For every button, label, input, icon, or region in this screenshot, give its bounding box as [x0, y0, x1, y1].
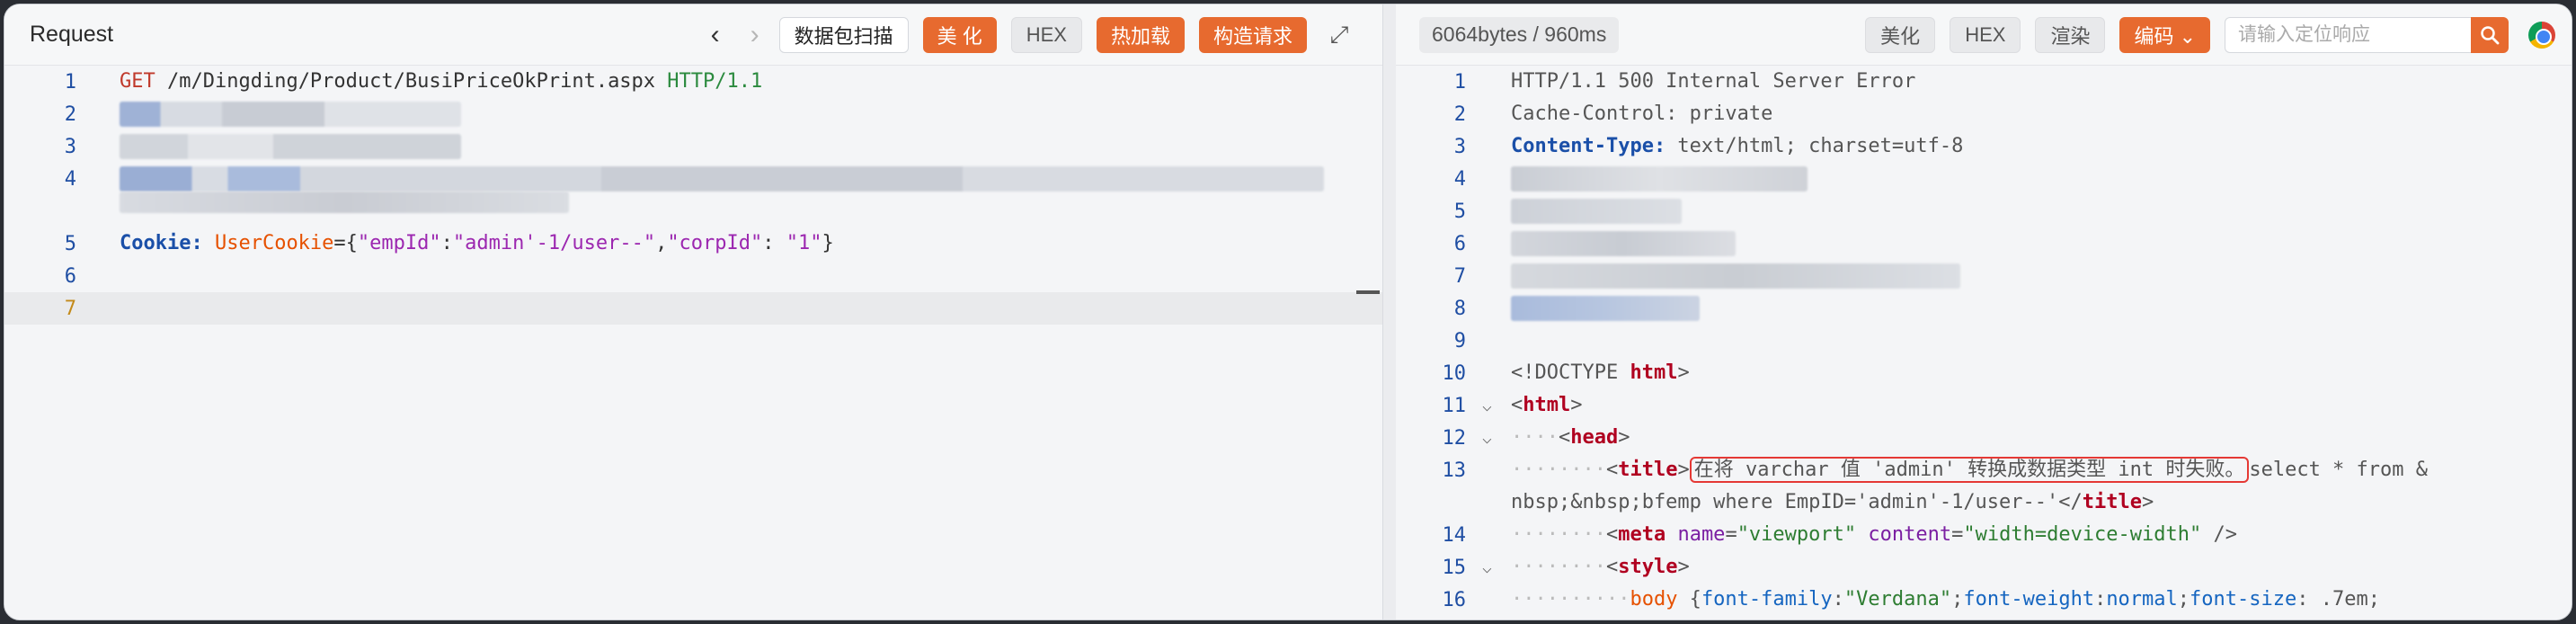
beautify-button[interactable]: 美 化: [922, 16, 997, 53]
code-line: 4: [1396, 163, 2572, 195]
line-number: 2: [64, 103, 76, 126]
redacted-block: [120, 102, 461, 127]
line-number: 2: [1453, 103, 1466, 126]
line-number: 13: [1442, 459, 1467, 482]
code-line-wrap: [4, 192, 1382, 215]
redacted-block: [1511, 263, 1960, 289]
redacted-block: [120, 134, 461, 159]
request-editor[interactable]: 1 GET /m/Dingding/Product/BusiPriceOkPri…: [4, 66, 1382, 620]
scrollbar-thumb[interactable]: [1356, 290, 1380, 294]
construct-request-button[interactable]: 构造请求: [1198, 16, 1307, 53]
response-size-time: 6064bytes / 960ms: [1419, 16, 1620, 53]
line-number: 11: [1442, 394, 1467, 417]
beautify-button[interactable]: 美化: [1865, 16, 1936, 53]
status-line: HTTP/1.1 500 Internal Server Error: [1511, 70, 1916, 93]
redacted-block: [1511, 231, 1736, 256]
pane-splitter[interactable]: [1383, 4, 1396, 620]
line-number: 9: [1453, 329, 1466, 352]
back-icon[interactable]: ‹: [700, 17, 731, 53]
chrome-icon[interactable]: [2528, 21, 2555, 49]
cookie-key: UserCookie: [214, 232, 334, 254]
line-number: 7: [1453, 264, 1466, 288]
code-line: 10 <!DOCTYPE html>: [1396, 357, 2572, 389]
code-line: 2: [4, 98, 1382, 130]
request-toolbar: Request ‹ › 数据包扫描 美 化 HEX 热加载 构造请求 ⤢: [4, 4, 1382, 66]
code-line: 6: [4, 260, 1382, 292]
line-number: 4: [64, 167, 76, 191]
code-line: 12 ⌵ ····<head>: [1396, 422, 2572, 454]
line-number: 5: [1453, 200, 1466, 223]
request-path: /m/Dingding/Product/BusiPriceOkPrint.asp…: [155, 70, 668, 93]
response-editor[interactable]: 1 HTTP/1.1 500 Internal Server Error 2 C…: [1396, 66, 2572, 620]
encoding-dropdown[interactable]: 编码 ⌄: [2119, 16, 2210, 53]
hex-button[interactable]: HEX: [1950, 16, 2021, 53]
code-line-title: 13 ········<title> 在将 varchar 值 'admin' 转…: [1396, 454, 2572, 486]
search-icon: [2481, 25, 2500, 44]
code-line: 5: [1396, 195, 2572, 227]
header-name: Cookie:: [120, 232, 203, 254]
http-version: HTTP/1.1: [667, 70, 763, 93]
header-name: Content-Type:: [1511, 135, 1666, 157]
hot-load-button[interactable]: 热加载: [1096, 16, 1185, 53]
redacted-block: [120, 166, 1324, 192]
fold-chevron-icon[interactable]: ⌵: [1482, 429, 1492, 448]
code-line: 11 ⌵ <html>: [1396, 389, 2572, 422]
response-toolbar: 6064bytes / 960ms 美化 HEX 渲染 编码 ⌄: [1396, 4, 2572, 66]
code-line: 1 GET /m/Dingding/Product/BusiPriceOkPri…: [4, 66, 1382, 98]
redacted-block: [1511, 296, 1700, 321]
line-number: 1: [1453, 70, 1466, 94]
hex-button[interactable]: HEX: [1010, 16, 1082, 53]
line-number: 8: [1453, 297, 1466, 320]
code-line: 15 ⌵ ········<style>: [1396, 551, 2572, 584]
line-number: 5: [64, 232, 76, 255]
code-line: 7: [1396, 260, 2572, 292]
line-number: 3: [1453, 135, 1466, 158]
response-pane: 6064bytes / 960ms 美化 HEX 渲染 编码 ⌄ 1 HTTP/…: [1396, 4, 2572, 620]
locate-response-input[interactable]: [2225, 16, 2471, 53]
fold-chevron-icon[interactable]: ⌵: [1482, 558, 1492, 577]
line-number: 3: [64, 135, 76, 158]
line-number: 6: [64, 264, 76, 288]
code-line: 3: [4, 130, 1382, 163]
app-window: Request ‹ › 数据包扫描 美 化 HEX 热加载 构造请求 ⤢ 1 G…: [4, 4, 2572, 620]
code-line: 14 ········<meta name="viewport" content…: [1396, 519, 2572, 551]
code-line: 16 ··········body {font-family:"Verdana"…: [1396, 584, 2572, 616]
line-number: 6: [1453, 232, 1466, 255]
packet-scan-button[interactable]: 数据包扫描: [778, 16, 909, 53]
forward-icon[interactable]: ›: [740, 17, 770, 53]
redacted-block: [120, 192, 569, 213]
sql-error-highlight: 在将 varchar 值 'admin' 转换成数据类型 int 时失败。: [1689, 457, 2250, 483]
pane-title: Request: [30, 22, 114, 47]
line-number: 7: [64, 297, 76, 320]
http-method: GET: [120, 70, 155, 93]
redacted-block: [1511, 199, 1682, 224]
line-number: 10: [1442, 361, 1467, 385]
payload-value: "admin'-1/user--": [452, 232, 656, 254]
code-line: 9: [1396, 325, 2572, 357]
line-number: 14: [1442, 523, 1467, 547]
line-number: 12: [1442, 426, 1467, 450]
code-line: 6: [1396, 227, 2572, 260]
search-button[interactable]: [2471, 16, 2509, 53]
code-line: 1 HTTP/1.1 500 Internal Server Error: [1396, 66, 2572, 98]
fold-chevron-icon[interactable]: ⌵: [1482, 397, 1492, 415]
line-number: 16: [1442, 588, 1467, 611]
code-line: 4: [4, 163, 1382, 195]
redacted-block: [1511, 166, 1808, 192]
code-line-wrap: nbsp;&nbsp;bfemp where EmpID='admin'-1/u…: [1511, 491, 2154, 513]
code-line: 8: [1396, 292, 2572, 325]
code-line: 3 Content-Type: text/html; charset=utf-8: [1396, 130, 2572, 163]
code-line-current: 7: [4, 292, 1382, 325]
line-number: 15: [1442, 556, 1467, 579]
line-number: 4: [1453, 167, 1466, 191]
render-button[interactable]: 渲染: [2035, 16, 2106, 53]
request-pane: Request ‹ › 数据包扫描 美 化 HEX 热加载 构造请求 ⤢ 1 G…: [4, 4, 1383, 620]
code-line-cookie: 5 Cookie: UserCookie={"empId":"admin'-1/…: [4, 227, 1382, 260]
code-line: 2 Cache-Control: private: [1396, 98, 2572, 130]
expand-icon[interactable]: ⤢: [1321, 17, 1357, 53]
line-number: 1: [64, 70, 76, 94]
